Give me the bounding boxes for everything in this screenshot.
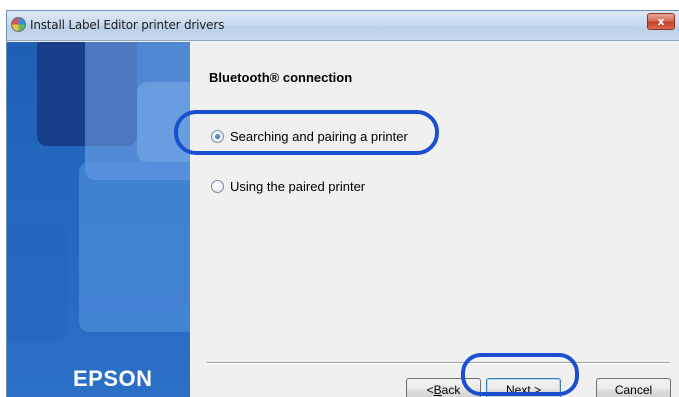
installer-window: Install Label Editor printer drivers x E…	[6, 10, 679, 397]
decorative-shape	[79, 162, 190, 332]
cancel-button[interactable]: Cancel	[596, 378, 671, 397]
close-button[interactable]: x	[647, 13, 675, 30]
sidebar-banner: EPSON	[7, 42, 190, 397]
title-bar[interactable]: Install Label Editor printer drivers x	[7, 11, 679, 41]
option-label: Searching and pairing a printer	[230, 129, 408, 144]
back-rest: ack	[441, 382, 461, 397]
option-label: Using the paired printer	[230, 179, 366, 194]
next-accel: N	[505, 382, 515, 397]
option-paired-printer[interactable]: Using the paired printer	[211, 179, 365, 194]
option-search-pair[interactable]: Searching and pairing a printer	[211, 129, 408, 144]
decorative-shape	[7, 222, 67, 342]
page-title: Bluetooth® connection	[209, 70, 353, 85]
back-button[interactable]: < Back	[406, 378, 481, 397]
next-rest: ext >	[514, 382, 542, 397]
back-prefix: <	[426, 382, 434, 397]
back-accel: B	[433, 382, 442, 397]
radio-unselected-icon[interactable]	[211, 180, 224, 193]
window-title: Install Label Editor printer drivers	[30, 18, 225, 32]
footer-divider	[207, 362, 670, 364]
brand-logo: EPSON	[73, 366, 153, 391]
next-button[interactable]: Next >	[486, 378, 561, 397]
content-pane: Bluetooth® connection Searching and pair…	[191, 42, 679, 397]
app-icon	[11, 17, 26, 32]
radio-selected-icon[interactable]	[211, 130, 224, 143]
decorative-shape	[137, 82, 190, 162]
